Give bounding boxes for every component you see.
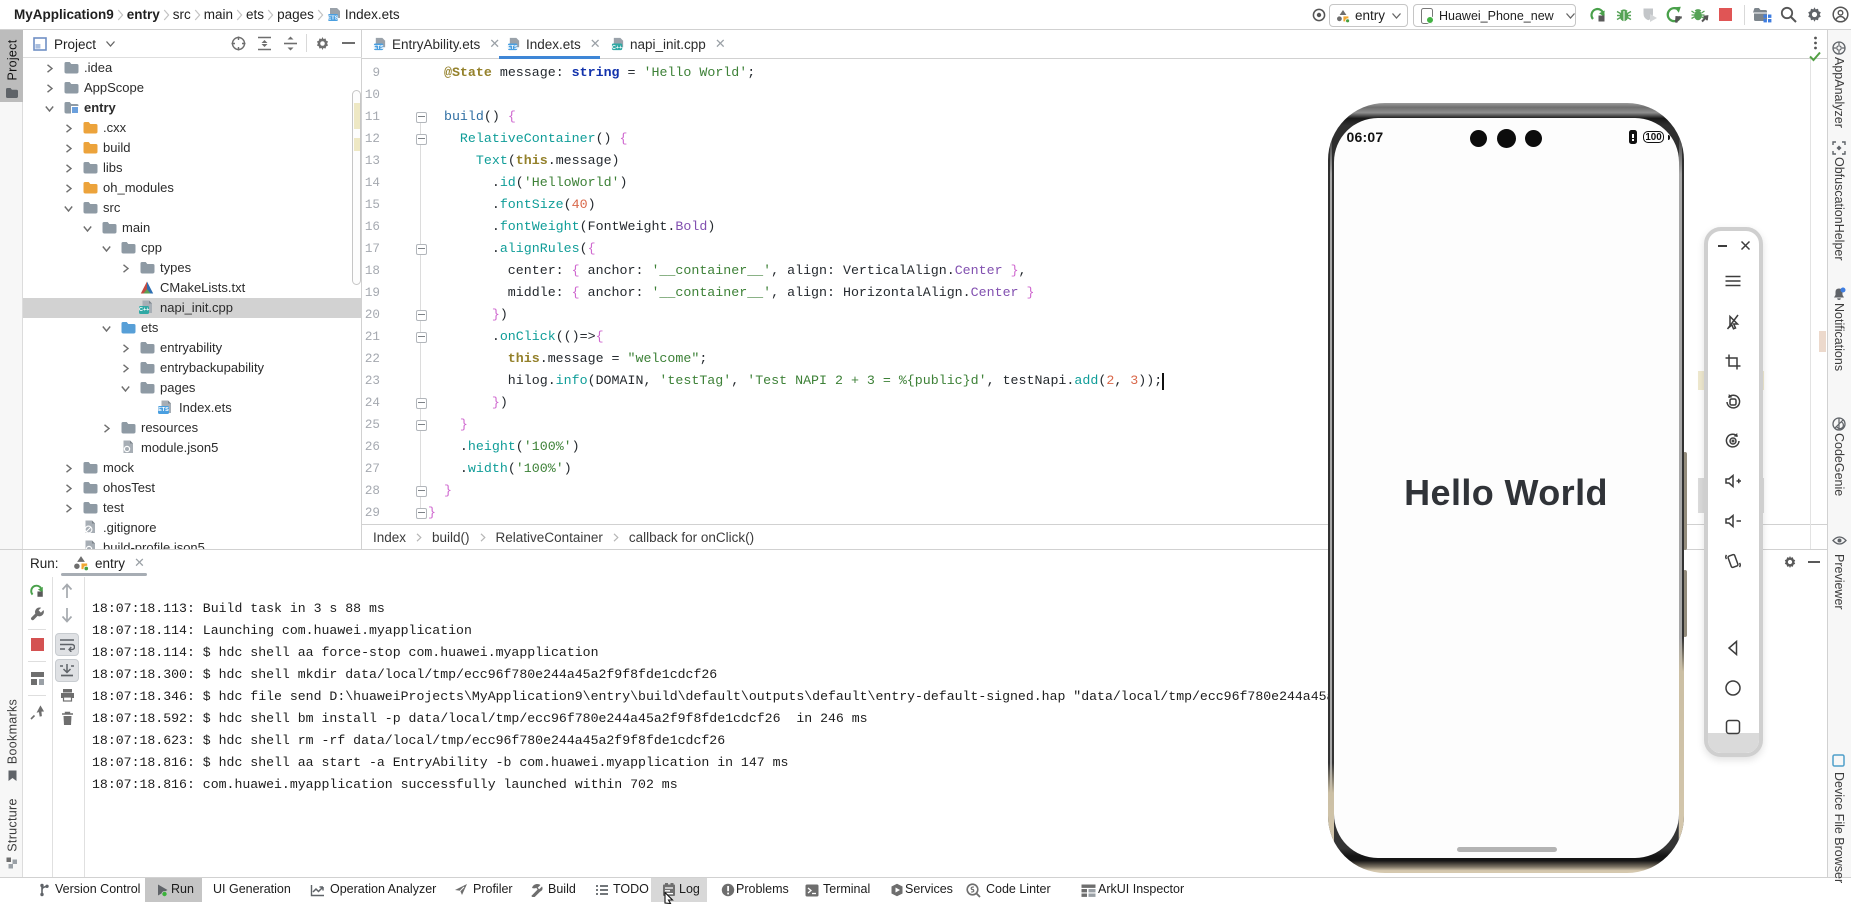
svg-text:C++: C++	[612, 45, 622, 51]
svg-text:ETS: ETS	[508, 45, 519, 51]
svg-text:ETS: ETS	[374, 45, 385, 51]
svg-text:ETS: ETS	[327, 16, 338, 22]
